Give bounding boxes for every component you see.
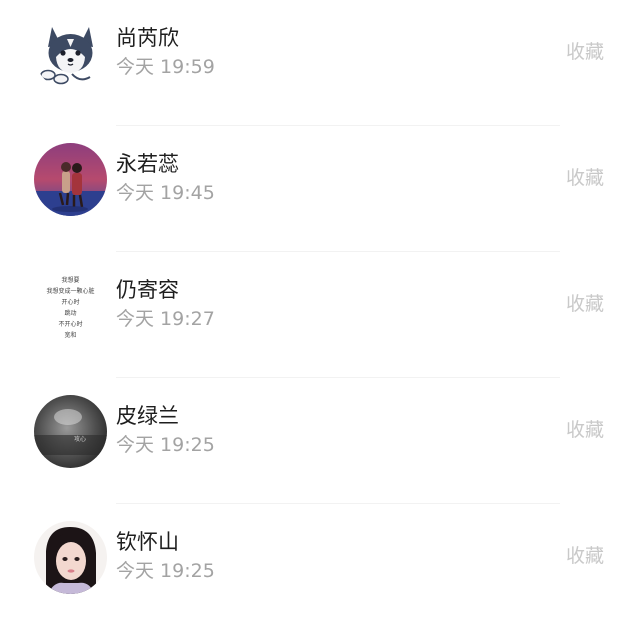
list-item[interactable]: 钦怀山 今天 19:25 收藏 [0, 504, 640, 630]
contact-name: 永若蕊 [116, 152, 179, 176]
favorites-list: 尚芮欣 今天 19:59 收藏 永若蕊 今天 19:45 收藏 我想要 我想变成… [0, 0, 640, 631]
timestamp: 今天 19:59 [116, 56, 215, 78]
avatar-text-line: 我想变成一颗心脏 [46, 287, 94, 295]
avatar[interactable]: 我想要 我想变成一颗心脏 开心时 跳动 不开心时 宽和 [34, 269, 107, 342]
avatar[interactable] [34, 521, 107, 594]
list-item[interactable]: 攻心 皮绿兰 今天 19:25 收藏 [0, 378, 640, 504]
collect-button[interactable]: 收藏 [566, 543, 604, 569]
avatar-text-line: 宽和 [64, 331, 76, 339]
avatar-text-line: 我想要 [61, 276, 79, 284]
girl-portrait-icon [34, 521, 107, 594]
avatar[interactable] [34, 17, 107, 90]
husky-dog-icon [34, 17, 107, 90]
contact-name: 尚芮欣 [116, 26, 179, 50]
list-item[interactable]: 我想要 我想变成一颗心脏 开心时 跳动 不开心时 宽和 仍寄容 今天 19:27… [0, 252, 640, 378]
avatar[interactable]: 攻心 [34, 395, 107, 468]
timestamp: 今天 19:45 [116, 182, 215, 204]
avatar-text-line: 开心时 [61, 298, 79, 306]
list-item[interactable]: 永若蕊 今天 19:45 收藏 [0, 126, 640, 252]
contact-name: 钦怀山 [116, 530, 179, 554]
avatar-text-line: 不开心时 [58, 320, 82, 328]
couple-photo-icon [34, 143, 107, 216]
collect-button[interactable]: 收藏 [566, 291, 604, 317]
timestamp: 今天 19:27 [116, 308, 215, 330]
timestamp: 今天 19:25 [116, 434, 215, 456]
collect-button[interactable]: 收藏 [566, 417, 604, 443]
avatar-text-line: 跳动 [64, 309, 76, 317]
text-poem-icon: 我想要 我想变成一颗心脏 开心时 跳动 不开心时 宽和 [34, 269, 107, 342]
collect-button[interactable]: 收藏 [566, 39, 604, 65]
contact-name: 皮绿兰 [116, 404, 179, 428]
timestamp: 今天 19:25 [116, 560, 215, 582]
list-item[interactable]: 尚芮欣 今天 19:59 收藏 [0, 0, 640, 126]
avatar-caption: 攻心 [74, 435, 86, 443]
contact-name: 仍寄容 [116, 278, 179, 302]
collect-button[interactable]: 收藏 [566, 165, 604, 191]
dark-photo-icon: 攻心 [34, 395, 107, 468]
avatar[interactable] [34, 143, 107, 216]
